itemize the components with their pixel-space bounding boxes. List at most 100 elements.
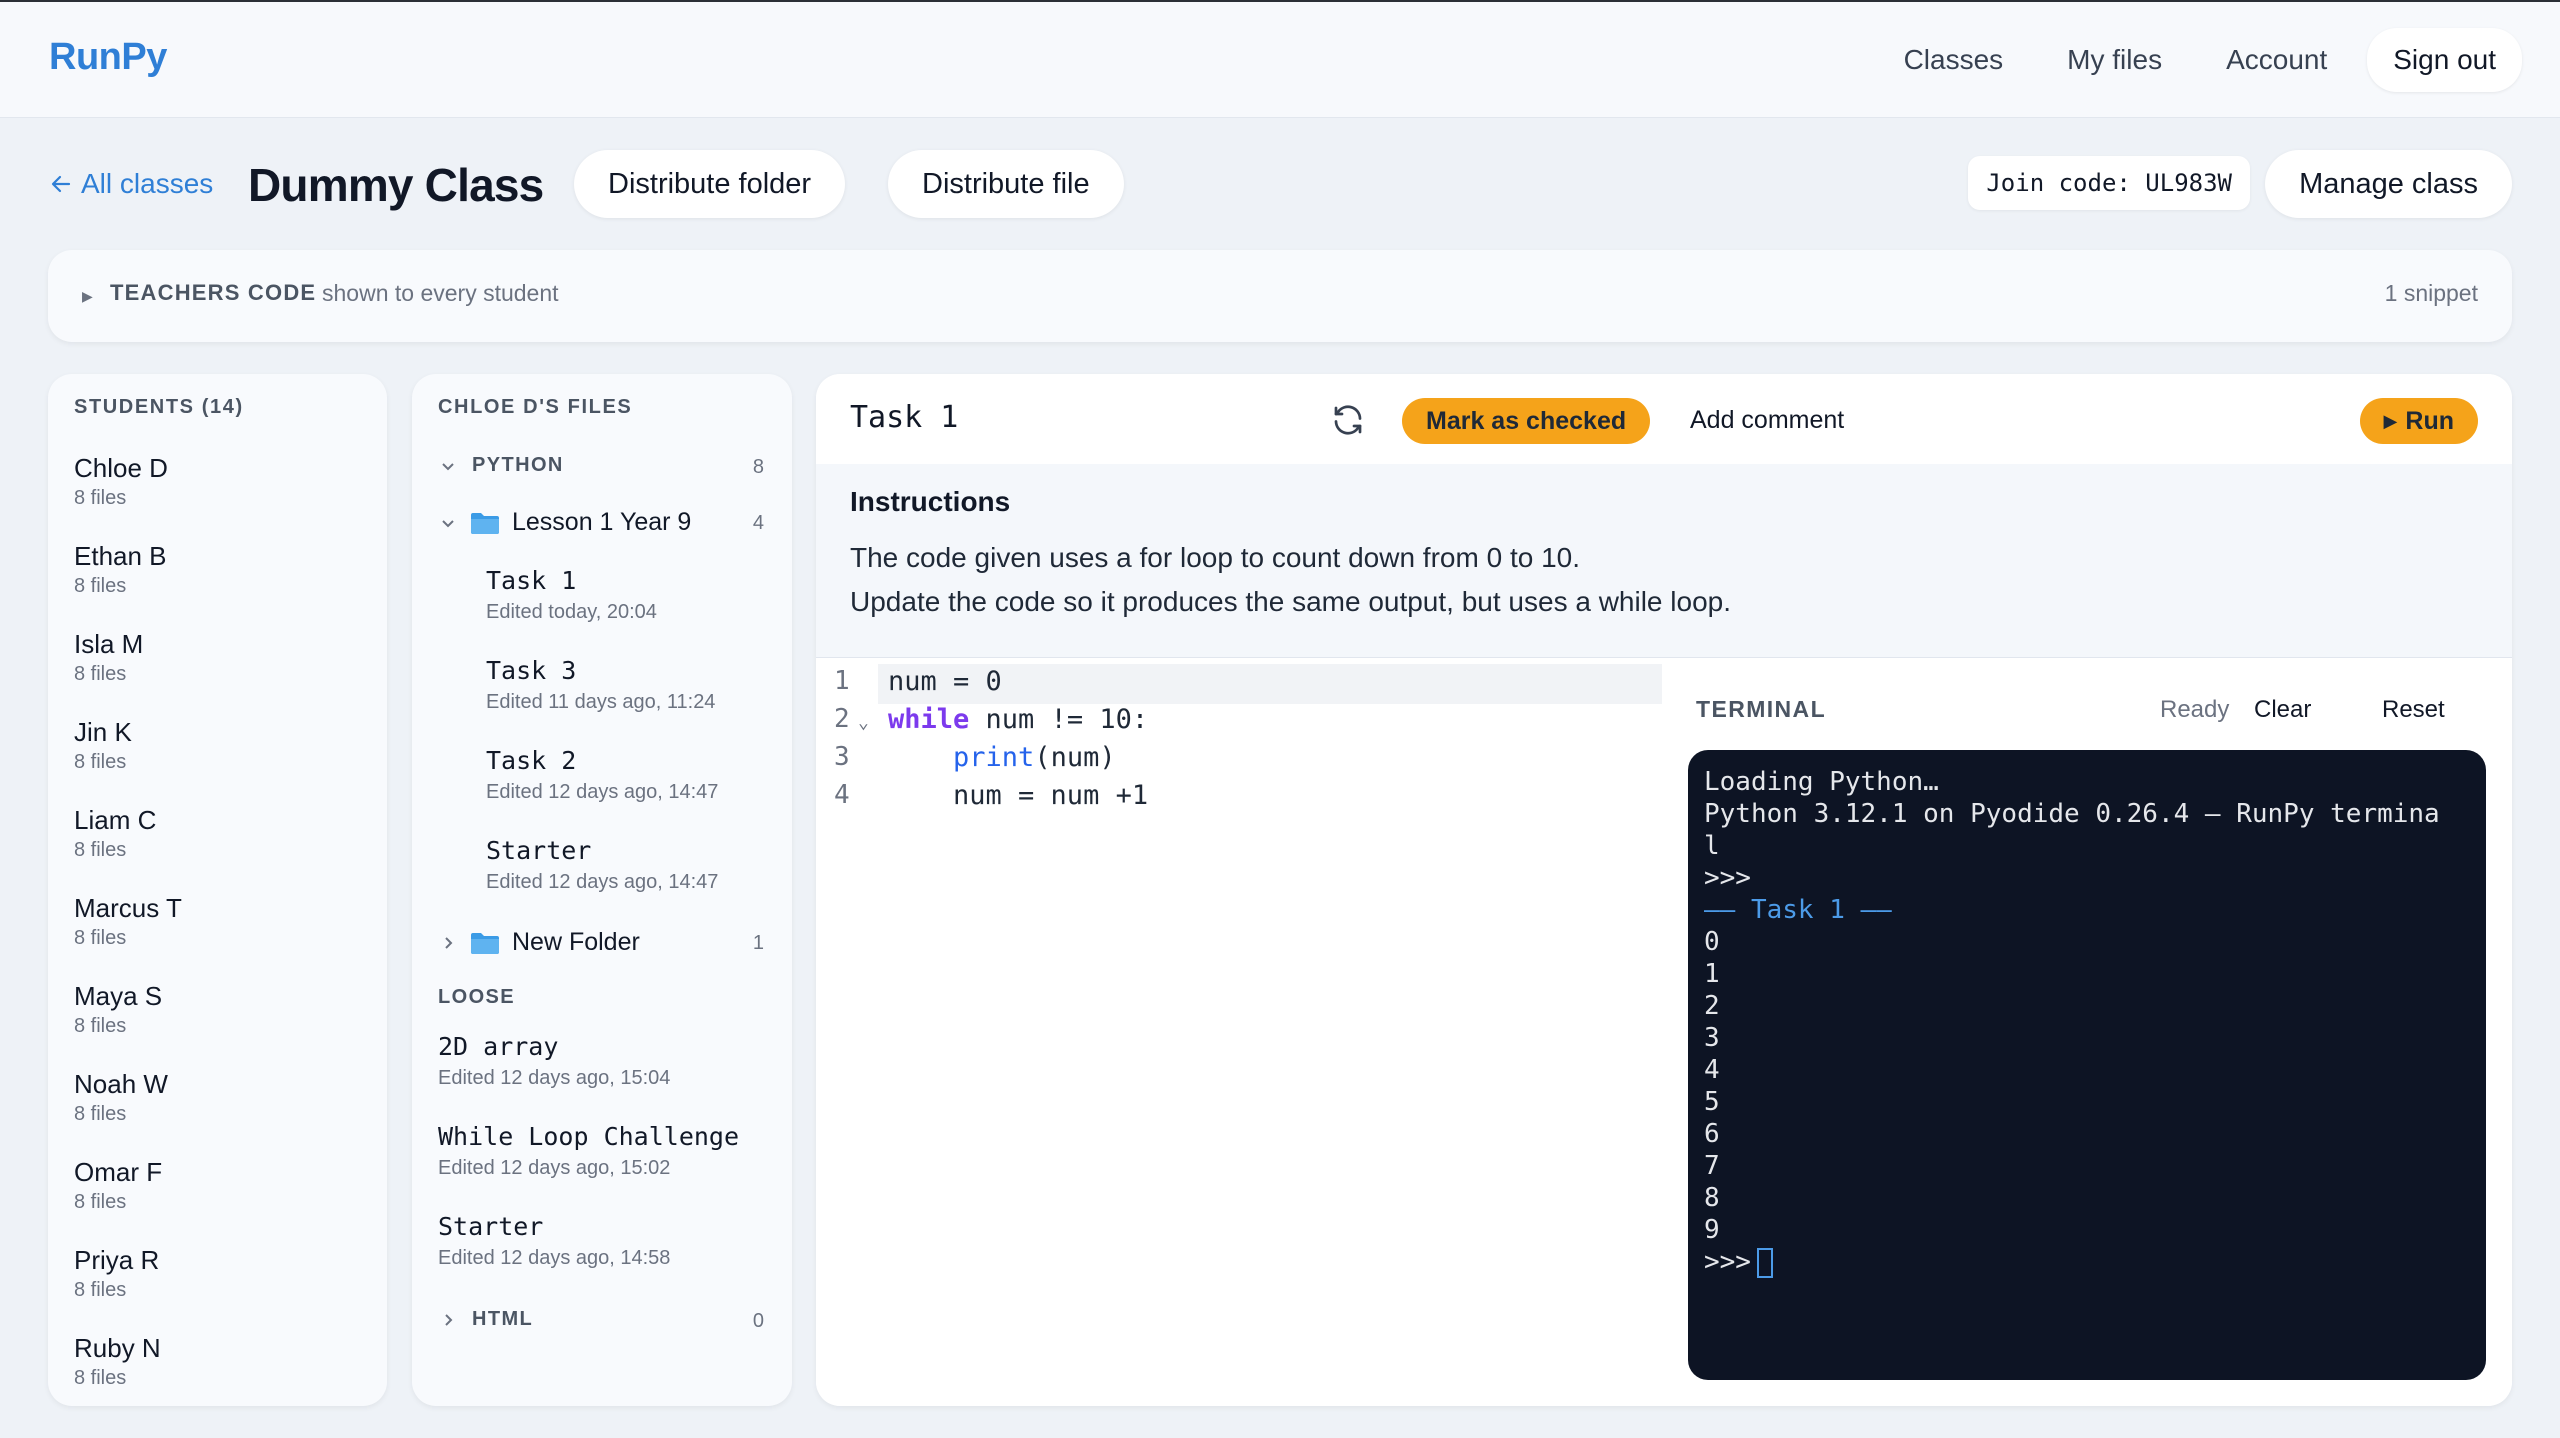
app-logo[interactable]: RunPy — [49, 36, 167, 79]
refresh-icon[interactable] — [1330, 402, 1366, 438]
add-comment-button[interactable]: Add comment — [1690, 406, 1844, 435]
terminal-output-line: 0 — [1704, 927, 1720, 957]
editor-toolbar: Task 1 Mark as checked Add comment ▶ Run — [816, 374, 2512, 464]
file-name: While Loop Challenge — [438, 1122, 740, 1151]
html-count: 0 — [752, 1310, 764, 1332]
teachers-code-subtitle: shown to every student — [322, 280, 559, 306]
code-editor[interactable]: 1 2 ⌄ 3 4 num = 0 while num != 10: print… — [816, 658, 1662, 1406]
file-item[interactable]: Task 1 Edited today, 20:04 — [486, 564, 657, 626]
mark-as-checked-button[interactable]: Mark as checked — [1402, 398, 1651, 444]
loose-group-label: LOOSE — [438, 986, 516, 1008]
code-line-1: num = 0 — [888, 666, 1002, 697]
python-group[interactable]: PYTHON — [438, 454, 564, 477]
student-name: Marcus T — [74, 893, 182, 923]
code-line-3: print(num) — [888, 742, 1116, 773]
student-file-count: 8 files — [74, 1367, 127, 1389]
student-list: Chloe D 8 files Ethan B 8 files Isla M 8 file… — [74, 450, 374, 1406]
student-item[interactable]: Marcus T 8 files — [74, 890, 374, 978]
terminal-line: Loading Python… — [1704, 767, 1939, 797]
instruction-line: The code given uses a for loop to count … — [850, 542, 1580, 573]
terminal-output-line: 5 — [1704, 1087, 1720, 1117]
join-code-badge: Join code: UL983W — [1968, 156, 2250, 210]
folder-count: 4 — [752, 512, 764, 534]
files-heading: CHLOE D'S FILES — [438, 396, 633, 418]
student-file-count: 8 files — [74, 1103, 127, 1125]
file-item[interactable]: Starter Edited 12 days ago, 14:58 — [438, 1210, 670, 1272]
terminal-output-line: 8 — [1704, 1183, 1720, 1213]
folder-new-folder[interactable]: New Folder — [438, 928, 640, 957]
student-item[interactable]: Maya S 8 files — [74, 978, 374, 1066]
all-classes-link[interactable]: All classes — [49, 168, 213, 200]
instructions-title: Instructions — [850, 486, 1011, 517]
distribute-file-button[interactable]: Distribute file — [888, 150, 1124, 218]
terminal-line: Python 3.12.1 on Pyodide 0.26.4 — RunPy … — [1704, 799, 2440, 829]
task-title: Task 1 — [850, 400, 959, 435]
file-name: Starter — [438, 1212, 544, 1241]
file-item[interactable]: 2D array Edited 12 days ago, 15:04 — [438, 1030, 670, 1092]
terminal-output-line: 9 — [1704, 1215, 1720, 1245]
file-edited-time: Edited today, 20:04 — [486, 601, 657, 623]
play-icon: ▶ — [2383, 410, 2398, 431]
student-file-count: 8 files — [74, 839, 127, 861]
code-line-4: num = num +1 — [888, 780, 1149, 811]
student-item[interactable]: Jin K 8 files — [74, 714, 374, 802]
terminal-prompt: >>> — [1704, 1247, 1751, 1277]
file-item[interactable]: While Loop Challenge Edited 12 days ago, … — [438, 1120, 739, 1182]
line-number: 4 — [834, 780, 850, 810]
student-file-count: 8 files — [74, 663, 127, 685]
student-item[interactable]: Omar F 8 files — [74, 1154, 374, 1242]
code-text: num != 10: — [969, 704, 1149, 735]
builtin-print: print — [953, 742, 1035, 773]
student-item[interactable]: Priya R 8 files — [74, 1242, 374, 1330]
manage-class-button[interactable]: Manage class — [2265, 150, 2512, 218]
line-number: 3 — [834, 742, 850, 772]
file-item[interactable]: Task 2 Edited 12 days ago, 14:47 — [486, 744, 718, 806]
terminal-output-line: 4 — [1704, 1055, 1720, 1085]
file-edited-time: Edited 11 days ago, 11:24 — [486, 691, 716, 713]
file-name: Task 3 — [486, 656, 577, 685]
nav-classes[interactable]: Classes — [1872, 30, 2036, 90]
folder-icon — [471, 512, 499, 534]
student-item[interactable]: Liam C 8 files — [74, 802, 374, 890]
sign-out-button[interactable]: Sign out — [2367, 28, 2522, 92]
terminal-output-line: 7 — [1704, 1151, 1720, 1181]
terminal-reset-button[interactable]: Reset — [2382, 696, 2445, 724]
terminal-status: Ready — [2160, 696, 2230, 723]
terminal-output-line: 1 — [1704, 959, 1720, 989]
folder-label: Lesson 1 Year 9 — [512, 508, 692, 536]
class-title: Dummy Class — [248, 159, 544, 211]
expand-caret-icon: ▶ — [82, 288, 93, 304]
students-panel: STUDENTS (14) Chloe D 8 files Ethan B 8 fil… — [48, 374, 387, 1406]
student-name: Liam C — [74, 805, 157, 835]
html-group[interactable]: HTML — [438, 1308, 533, 1331]
student-file-count: 8 files — [74, 1279, 127, 1301]
folder-lesson-1-year-9[interactable]: Lesson 1 Year 9 — [438, 508, 691, 537]
file-item[interactable]: Starter Edited 12 days ago, 14:47 — [486, 834, 718, 896]
terminal-line: l — [1704, 831, 1720, 861]
teachers-code-section[interactable]: ▶ TEACHERS CODE shown to every student 1… — [48, 250, 2512, 342]
line-number: 1 — [834, 666, 850, 696]
terminal-prompt-line[interactable]: >>> — [1704, 1246, 2470, 1278]
student-item[interactable]: Chloe D 8 files — [74, 450, 374, 538]
editor-panel: Task 1 Mark as checked Add comment ▶ Run… — [816, 374, 2512, 1406]
nav-my-files[interactable]: My files — [2035, 30, 2194, 90]
file-name: Starter — [486, 836, 592, 865]
file-name: Task 1 — [486, 566, 577, 595]
file-edited-time: Edited 12 days ago, 14:47 — [486, 871, 719, 893]
folder-label: New Folder — [512, 928, 640, 956]
top-navigation-bar: RunPy Classes My files Account Sign out — [0, 0, 2560, 118]
distribute-folder-button[interactable]: Distribute folder — [574, 150, 846, 218]
nav-account[interactable]: Account — [2194, 30, 2359, 90]
file-item[interactable]: Task 3 Edited 11 days ago, 11:24 — [486, 654, 715, 716]
run-button[interactable]: ▶ Run — [2359, 398, 2478, 444]
student-item[interactable]: Ruby N 8 files — [74, 1330, 374, 1406]
terminal-pane: TERMINAL Ready Clear Reset Loading Pytho… — [1662, 658, 2512, 1406]
fold-chevron-icon[interactable]: ⌄ — [858, 712, 869, 733]
terminal-clear-button[interactable]: Clear — [2254, 696, 2311, 724]
terminal-output[interactable]: Loading Python… Python 3.12.1 on Pyodide … — [1688, 750, 2486, 1380]
teachers-code-label: TEACHERS CODE — [110, 280, 317, 305]
student-item[interactable]: Ethan B 8 files — [74, 538, 374, 626]
student-item[interactable]: Noah W 8 files — [74, 1066, 374, 1154]
student-item[interactable]: Isla M 8 files — [74, 626, 374, 714]
